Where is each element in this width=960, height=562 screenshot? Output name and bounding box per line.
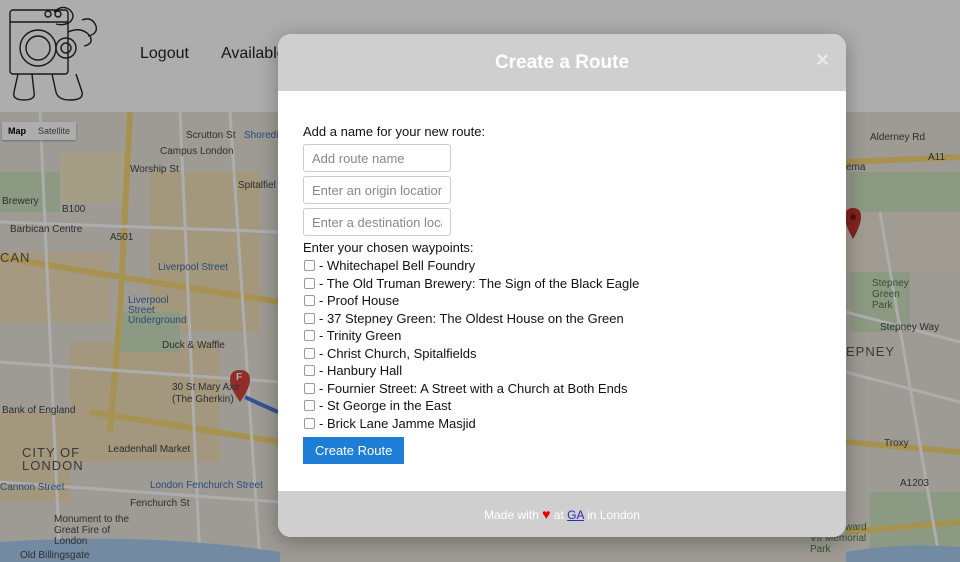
- waypoint-label: - 37 Stepney Green: The Oldest House on …: [319, 310, 624, 326]
- route-name-label: Add a name for your new route:: [303, 124, 486, 139]
- waypoint-item: - The Old Truman Brewery: The Sign of th…: [303, 275, 823, 293]
- waypoint-item: - Trinity Green: [303, 327, 823, 345]
- waypoint-label: - Fournier Street: A Street with a Churc…: [319, 380, 628, 396]
- waypoint-checkbox[interactable]: [304, 382, 315, 394]
- modal-footer: Made with ♥ at GA in London: [278, 491, 846, 537]
- close-icon[interactable]: ×: [816, 49, 829, 71]
- waypoint-label: - Trinity Green: [319, 328, 402, 344]
- create-route-button[interactable]: Create Route: [303, 437, 405, 464]
- waypoint-label: - St George in the East: [319, 398, 452, 414]
- waypoint-label: - The Old Truman Brewery: The Sign of th…: [319, 275, 640, 291]
- waypoint-label: - Brick Lane Jamme Masjid: [319, 415, 476, 431]
- waypoint-item: - Brick Lane Jamme Masjid: [303, 415, 823, 433]
- waypoint-checkbox[interactable]: [304, 295, 315, 307]
- waypoint-item: - Hanbury Hall: [303, 362, 823, 380]
- waypoint-checkbox[interactable]: [304, 417, 315, 429]
- waypoint-label: - Whitechapel Bell Foundry: [319, 258, 476, 274]
- modal-header: Create a Route ×: [278, 34, 846, 91]
- route-form: Add a name for your new route: Enter you…: [303, 124, 823, 464]
- waypoint-label: - Christ Church, Spitalfields: [319, 345, 477, 361]
- route-name-input[interactable]: [303, 144, 451, 172]
- waypoint-item: - Proof House: [303, 292, 823, 310]
- waypoint-item: - 37 Stepney Green: The Oldest House on …: [303, 310, 823, 328]
- destination-input[interactable]: [303, 208, 451, 236]
- waypoint-item: - St George in the East: [303, 397, 823, 415]
- footer-location: in London: [587, 508, 640, 522]
- waypoint-checkbox[interactable]: [304, 347, 315, 359]
- ga-link[interactable]: GA: [567, 508, 584, 522]
- heart-icon: ♥: [542, 506, 551, 522]
- waypoint-label: - Proof House: [319, 293, 400, 309]
- waypoint-item: - Fournier Street: A Street with a Churc…: [303, 380, 823, 398]
- waypoint-checkbox[interactable]: [304, 400, 315, 412]
- waypoints-label: Enter your chosen waypoints:: [303, 240, 474, 255]
- create-route-modal: Create a Route × Add a name for your new…: [278, 34, 846, 537]
- footer-made-with: Made with: [484, 508, 539, 522]
- waypoint-checkbox[interactable]: [304, 277, 315, 289]
- waypoint-checkbox[interactable]: [304, 312, 315, 324]
- modal-title: Create a Route: [494, 52, 630, 73]
- waypoint-checkbox[interactable]: [304, 260, 315, 272]
- waypoint-checkbox[interactable]: [304, 365, 315, 377]
- waypoint-item: - Christ Church, Spitalfields: [303, 345, 823, 363]
- waypoint-checkbox[interactable]: [304, 330, 315, 342]
- waypoint-label: - Hanbury Hall: [319, 363, 403, 379]
- waypoint-item: - Whitechapel Bell Foundry: [303, 257, 823, 275]
- origin-input[interactable]: [303, 176, 451, 204]
- footer-at: at: [553, 508, 564, 522]
